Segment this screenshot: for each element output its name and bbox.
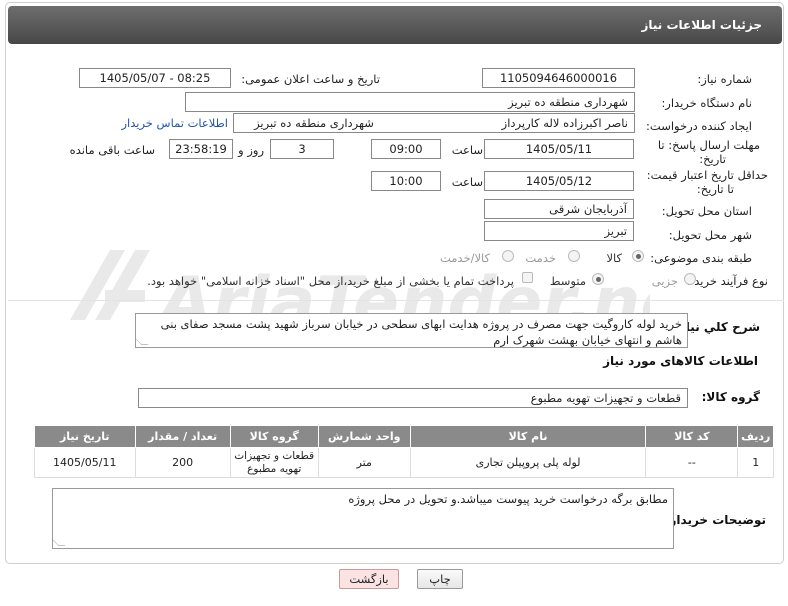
creator-label: ایجاد کننده درخواست: <box>646 119 752 133</box>
province-field: آذربایجان شرقی <box>484 199 634 219</box>
col-item-group: گروه کالا <box>229 425 319 448</box>
price-time-field: 10:00 <box>371 171 441 191</box>
col-item-name: نام کالا <box>409 425 647 448</box>
divider <box>8 300 784 301</box>
resize-grip-icon[interactable] <box>53 539 66 546</box>
col-quantity: تعداد / مقدار <box>134 425 231 448</box>
category-radio-goods[interactable] <box>632 250 644 262</box>
category-radio-goods-service[interactable] <box>502 250 514 262</box>
announce-date-label: تاریخ و ساعت اعلان عمومی: <box>241 72 380 86</box>
deadline-label-line2: تاریخ: <box>699 152 726 166</box>
buyer-org-field: شهرداری منطقه ده تبریز <box>185 92 635 112</box>
city-label: شهر محل تحویل: <box>668 228 752 242</box>
process-radio-minor[interactable] <box>684 273 696 285</box>
need-number-label: شماره نیاز: <box>697 72 752 86</box>
cell-item-group: قطعات و تجهیزات تهویه مطبوع <box>229 447 319 478</box>
category-radio-service[interactable] <box>568 250 580 262</box>
table-row: 1 -- لوله پلی پروپیلن تجاری متر قطعات و … <box>34 447 774 478</box>
days-field: 3 <box>270 139 334 159</box>
treasury-payment-checkbox[interactable] <box>522 272 533 283</box>
deadline-label-line1: مهلت ارسال پاسخ: تا <box>657 138 760 152</box>
goods-group-field: قطعات و تجهیزات تهویه مطبوع <box>138 388 688 408</box>
goods-section-title: اطلاعات کالاهای مورد نیاز <box>603 354 758 368</box>
buyer-org-label: نام دستگاه خریدار: <box>661 96 752 110</box>
remaining-time-label: ساعت باقی مانده <box>69 143 155 157</box>
remaining-time-field: 23:58:19 <box>169 139 233 159</box>
days-label: روز و <box>238 143 264 157</box>
cell-unit: متر <box>317 447 411 478</box>
process-option-medium: متوسط <box>549 274 586 288</box>
creator-org: شهرداری منطقه ده تبریز <box>254 116 374 130</box>
description-text: خرید لوله کاروگیت جهت مصرف در پروژه هدای… <box>160 317 682 347</box>
print-button[interactable]: چاپ <box>417 569 463 589</box>
col-need-date: تاریخ نیاز <box>34 425 136 448</box>
cell-item-code: -- <box>645 447 739 478</box>
cell-row-number: 1 <box>737 447 774 478</box>
cell-need-date: 1405/05/11 <box>34 447 136 478</box>
category-option-service: خدمت <box>525 251 556 265</box>
resize-grip-icon[interactable] <box>136 338 149 345</box>
province-label: استان محل تحویل: <box>661 204 752 218</box>
deadline-time-field: 09:00 <box>371 139 441 159</box>
buyer-notes-label: توضیحات خریدار: <box>664 513 766 527</box>
creator-name: ناصر اکبرزاده لاله کارپرداز <box>501 116 628 130</box>
cell-item-name: لوله پلی پروپیلن تجاری <box>409 447 647 478</box>
category-label: طبقه بندی موضوعی: <box>650 251 752 265</box>
creator-field: ناصر اکبرزاده لاله کارپرداز شهرداری منطق… <box>233 113 635 133</box>
price-validity-label-line2: تا تاریخ: <box>696 182 734 196</box>
buyer-notes-textarea[interactable]: مطابق برگه درخواست خرید پیوست میباشد.و ت… <box>52 488 674 549</box>
description-textarea[interactable]: خرید لوله کاروگیت جهت مصرف در پروژه هدای… <box>135 313 688 348</box>
col-unit: واحد شمارش <box>317 425 411 448</box>
category-option-goods-service: کالا/خدمت <box>439 251 490 265</box>
price-time-label: ساعت <box>451 175 483 189</box>
process-radio-medium[interactable] <box>592 273 604 285</box>
need-number-field: 1105094646000016 <box>482 68 635 88</box>
buyer-notes-text: مطابق برگه درخواست خرید پیوست میباشد.و ت… <box>348 492 668 506</box>
items-table: ردیف کد کالا نام کالا واحد شمارش گروه کا… <box>34 425 774 478</box>
back-button[interactable]: بازگشت <box>339 569 399 589</box>
price-date-field: 1405/05/12 <box>484 171 634 191</box>
table-header-row: ردیف کد کالا نام کالا واحد شمارش گروه کا… <box>34 425 774 448</box>
process-type-label: نوع فرآیند خرید : <box>686 274 768 288</box>
announce-date-field: 1405/05/07 - 08:25 <box>79 68 231 88</box>
deadline-date-field: 1405/05/11 <box>484 139 634 159</box>
price-validity-label-line1: حداقل تاریخ اعتبار قیمت: <box>646 168 768 182</box>
process-option-minor: جزیی <box>651 274 678 288</box>
page-title: جزئیات اطلاعات نیاز <box>8 6 782 44</box>
treasury-payment-text: پرداخت تمام یا بخشی از مبلغ خرید،از محل … <box>147 274 514 288</box>
category-option-goods: کالا <box>606 251 622 265</box>
deadline-time-label: ساعت <box>451 143 483 157</box>
goods-group-label: گروه کالا: <box>701 390 760 404</box>
col-item-code: کد کالا <box>645 425 739 448</box>
cell-quantity: 200 <box>134 447 231 478</box>
city-field: تبریز <box>484 221 634 241</box>
buyer-contact-link[interactable]: اطلاعات تماس خریدار <box>121 116 228 130</box>
col-row-number: ردیف <box>737 425 774 448</box>
